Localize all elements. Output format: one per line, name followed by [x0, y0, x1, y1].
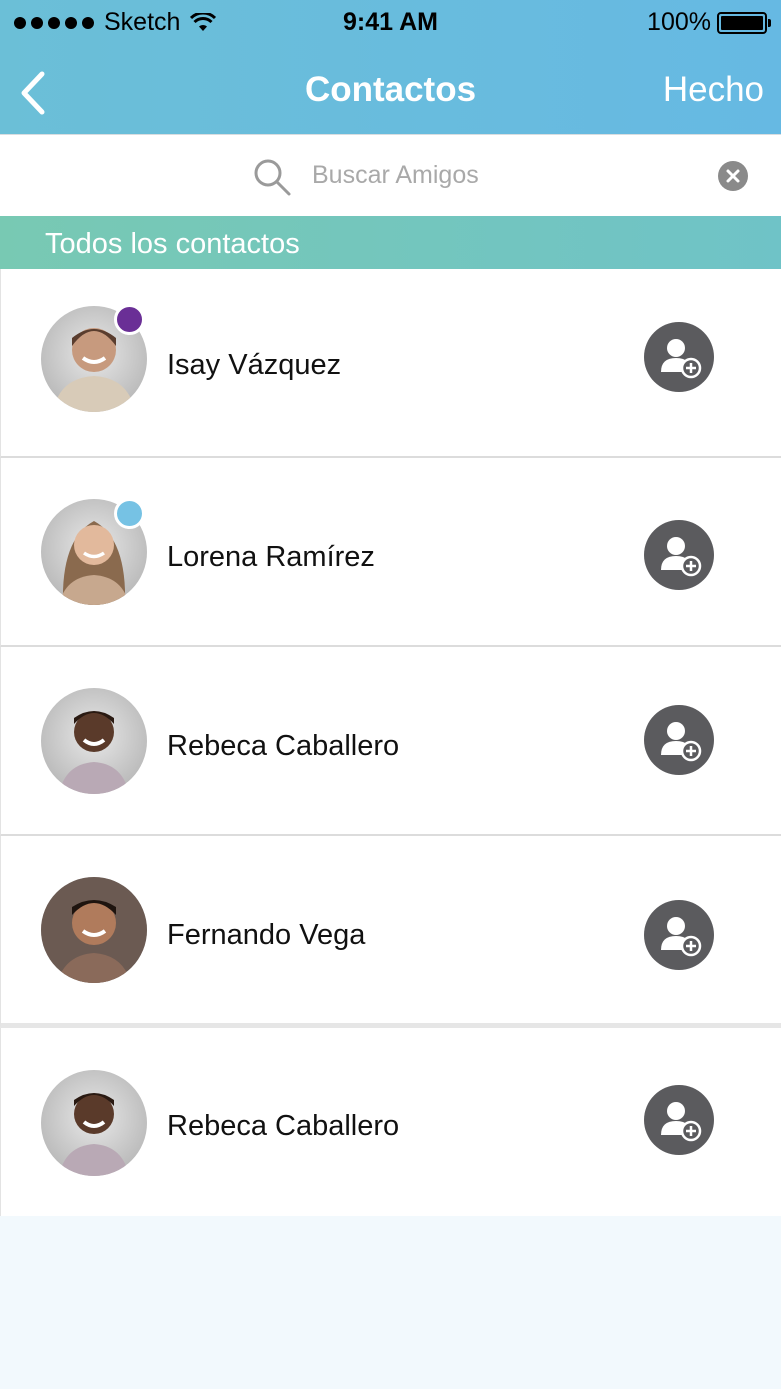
contact-row[interactable]: Rebeca Caballero	[0, 1028, 781, 1216]
contact-row[interactable]: Fernando Vega	[0, 836, 781, 1028]
close-icon	[726, 169, 740, 183]
add-contact-button[interactable]	[644, 900, 714, 970]
add-contact-button[interactable]	[644, 520, 714, 590]
contact-row[interactable]: Rebeca Caballero	[0, 647, 781, 836]
battery-percent: 100%	[647, 8, 711, 36]
empty-area	[0, 1216, 781, 1389]
contact-name: Rebeca Caballero	[167, 1110, 400, 1142]
contact-name: Isay Vázquez	[167, 349, 342, 381]
contact-list: Isay Vázquez Lorena Ramírez Rebeca Cabal…	[0, 269, 781, 1216]
add-user-icon	[661, 537, 702, 577]
battery-icon	[717, 11, 771, 34]
add-user-icon	[661, 1102, 702, 1142]
contact-name: Rebeca Caballero	[167, 730, 400, 762]
presence-dot	[114, 498, 145, 529]
search-input[interactable]	[312, 155, 692, 195]
contact-row[interactable]: Isay Vázquez	[0, 269, 781, 458]
contact-row[interactable]: Lorena Ramírez	[0, 458, 781, 647]
contact-name: Lorena Ramírez	[167, 541, 375, 573]
presence-dot	[114, 304, 145, 335]
clear-search-button[interactable]	[718, 161, 748, 191]
nav-header: Sketch 9:41 AM 100% Contactos Hecho	[0, 0, 781, 134]
search-bar	[0, 134, 781, 216]
avatar	[41, 688, 147, 794]
add-user-icon	[661, 722, 702, 762]
avatar	[41, 877, 147, 983]
add-contact-button[interactable]	[644, 705, 714, 775]
search-icon	[254, 159, 291, 196]
add-user-icon	[661, 339, 702, 379]
section-header: Todos los contactos	[0, 216, 781, 269]
done-button[interactable]: Hecho	[663, 70, 764, 110]
add-user-icon	[661, 917, 702, 957]
status-right: 100%	[647, 8, 771, 37]
status-bar: Sketch 9:41 AM 100%	[0, 0, 781, 44]
contact-name: Fernando Vega	[167, 919, 366, 951]
add-contact-button[interactable]	[644, 322, 714, 392]
avatar	[41, 1070, 147, 1176]
add-contact-button[interactable]	[644, 1085, 714, 1155]
